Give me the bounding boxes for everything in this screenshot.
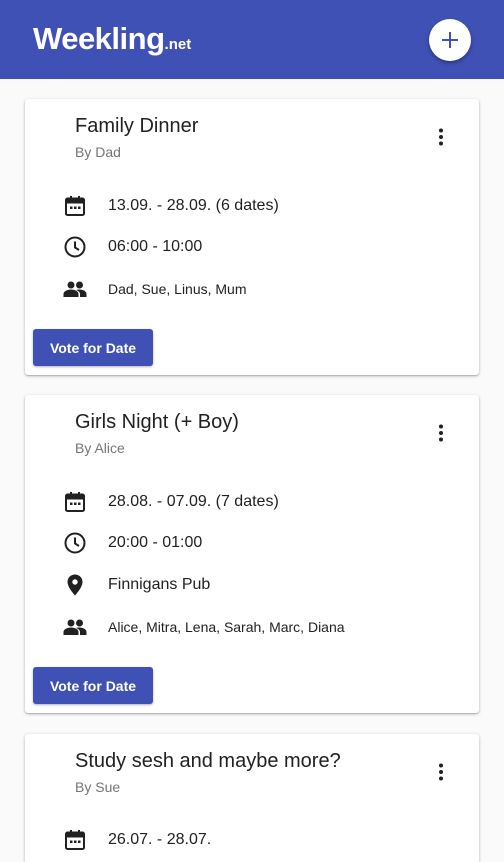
plus-icon (442, 32, 458, 48)
calendar-icon (63, 490, 87, 514)
event-dates-row: 28.08. - 07.09. (7 dates) (63, 489, 463, 515)
people-icon (63, 615, 87, 639)
event-location: Finnigans Pub (108, 576, 211, 593)
logo-suffix: .net (164, 36, 192, 53)
event-time: 06:00 - 10:00 (108, 238, 203, 255)
event-time-row: 20:00 - 01:00 (63, 530, 463, 556)
event-dates: 13.09. - 28.09. (6 dates) (108, 197, 279, 214)
event-time: 20:00 - 01:00 (108, 534, 203, 551)
calendar-icon (63, 828, 87, 852)
clock-icon (63, 235, 87, 259)
vote-for-date-button[interactable]: Vote for Date (33, 329, 153, 366)
event-time-row: 06:00 - 10:00 (63, 234, 463, 260)
add-event-button[interactable] (429, 19, 471, 61)
event-list: Family Dinner By Dad 13.09. - 28.09. (6 … (0, 79, 504, 862)
calendar-icon (63, 194, 87, 218)
app-logo[interactable]: Weekling.net (33, 19, 191, 65)
clock-icon (63, 531, 87, 555)
more-options-icon[interactable] (431, 760, 451, 784)
event-author: By Sue (75, 779, 121, 795)
location-pin-icon (63, 573, 87, 597)
event-location-row: Finnigans Pub (63, 572, 463, 598)
event-card: Study sesh and maybe more? By Sue 26.07.… (25, 734, 479, 862)
event-author: By Dad (75, 144, 121, 160)
event-title: Study sesh and maybe more? (75, 750, 341, 772)
event-author: By Alice (75, 440, 125, 456)
event-participants: Alice, Mitra, Lena, Sarah, Marc, Diana (108, 619, 345, 635)
event-participants: Dad, Sue, Linus, Mum (108, 281, 247, 297)
more-options-icon[interactable] (431, 421, 451, 445)
event-participants-row: Alice, Mitra, Lena, Sarah, Marc, Diana (63, 614, 463, 640)
event-dates-row: 13.09. - 28.09. (6 dates) (63, 193, 463, 219)
event-dates: 28.08. - 07.09. (7 dates) (108, 493, 279, 510)
event-dates-row: 26.07. - 28.07. (63, 827, 463, 853)
vote-for-date-button[interactable]: Vote for Date (33, 667, 153, 704)
event-dates: 26.07. - 28.07. (108, 831, 212, 848)
people-icon (63, 277, 87, 301)
logo-text: Weekling (33, 21, 165, 56)
more-options-icon[interactable] (431, 125, 451, 149)
event-card: Girls Night (+ Boy) By Alice 28.08. - 07… (25, 395, 479, 713)
event-title: Family Dinner (75, 115, 199, 137)
event-title: Girls Night (+ Boy) (75, 411, 239, 433)
app-bar: Weekling.net (0, 0, 504, 79)
event-participants-row: Dad, Sue, Linus, Mum (63, 276, 463, 302)
event-card: Family Dinner By Dad 13.09. - 28.09. (6 … (25, 99, 479, 375)
